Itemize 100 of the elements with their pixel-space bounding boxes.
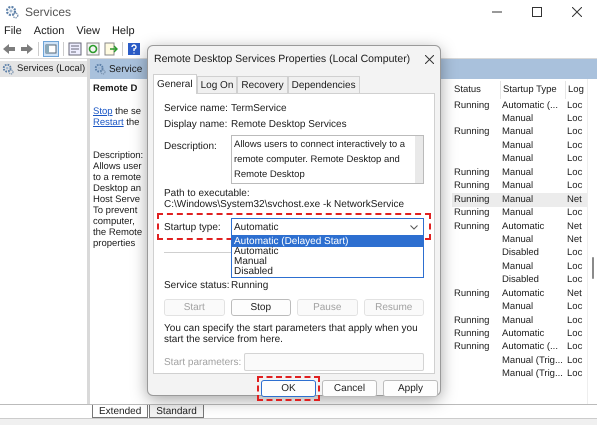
table-cell: Manual bbox=[502, 301, 534, 312]
table-cell: Loc bbox=[567, 140, 582, 151]
action-text: Restart the bbox=[93, 117, 140, 128]
service-button[interactable]: Stop bbox=[230, 299, 291, 316]
table-cell: Loc bbox=[567, 260, 582, 272]
table-row[interactable]: Running Automatic Net bbox=[452, 220, 587, 234]
gear-icon bbox=[5, 5, 19, 19]
table-row[interactable]: Manual Loc bbox=[452, 152, 587, 166]
field-label: Startup type: bbox=[164, 220, 222, 234]
table-cell: Manual bbox=[502, 140, 534, 151]
dialog-tab[interactable]: Log On bbox=[196, 76, 238, 93]
table-cell: Loc bbox=[567, 314, 582, 326]
table-row[interactable]: Manual Net bbox=[452, 233, 587, 247]
back-arrow-icon[interactable] bbox=[2, 42, 16, 54]
table-cell: Manual bbox=[502, 314, 534, 326]
table-cell: Disabled bbox=[502, 274, 539, 286]
table-cell: Manual bbox=[502, 194, 534, 205]
dialog-tab[interactable]: General bbox=[153, 74, 197, 94]
table-cell: Running bbox=[454, 194, 490, 205]
table-cell: Automatic bbox=[502, 328, 544, 340]
table-cell: Net bbox=[567, 234, 582, 245]
table-row[interactable]: Running Manual Net bbox=[452, 193, 587, 206]
window-title: Services bbox=[25, 4, 72, 21]
field-label: Service status: bbox=[164, 279, 231, 293]
table-row[interactable]: Manual (Trig... Loc bbox=[452, 368, 587, 382]
table-cell: Loc bbox=[567, 368, 582, 380]
dialog-tab[interactable]: Dependencies bbox=[288, 76, 360, 93]
menu-item[interactable]: File bbox=[4, 23, 22, 40]
dropdown-option[interactable]: Disabled bbox=[232, 267, 423, 277]
action-link[interactable]: Stop bbox=[93, 106, 113, 117]
close-icon[interactable] bbox=[572, 7, 582, 17]
table-row[interactable]: Running Automatic Net bbox=[452, 287, 587, 301]
table-cell: Running bbox=[454, 288, 490, 299]
table-cell: Manual bbox=[502, 234, 534, 245]
tree-item[interactable]: Services (Local) bbox=[0, 61, 87, 77]
dropdown-option[interactable]: Automatic (Delayed Start) bbox=[232, 237, 423, 247]
table-cell: Manual bbox=[502, 260, 534, 272]
table-cell: Manual bbox=[502, 207, 534, 218]
table-row[interactable]: Running Manual Loc bbox=[452, 180, 587, 194]
menu-item[interactable]: Help bbox=[112, 23, 135, 40]
table-cell: Running bbox=[454, 100, 490, 111]
menu-item[interactable]: View bbox=[76, 23, 100, 40]
startup-type-select[interactable]: Automatic bbox=[231, 218, 424, 236]
dropdown-option[interactable]: Automatic bbox=[232, 247, 423, 257]
action-link[interactable]: Restart bbox=[93, 117, 124, 128]
table-cell: Loc bbox=[567, 166, 582, 178]
dialog-button[interactable]: Apply bbox=[383, 380, 438, 397]
service-title: Remote D bbox=[93, 83, 138, 96]
table-cell: Loc bbox=[567, 126, 582, 138]
column-header[interactable]: Startup Type bbox=[500, 81, 565, 99]
table-cell: Running bbox=[454, 126, 490, 138]
table-cell: Running bbox=[454, 220, 490, 232]
description-text: Allows users to connect interactively to a remote computer. Remote Desktop and Remote Desktop bbox=[234, 139, 406, 180]
table-row[interactable]: Disabled Loc bbox=[452, 246, 587, 260]
table-row[interactable]: Running Manual Loc bbox=[452, 206, 587, 220]
table-row[interactable]: Running Automatic (... Loc bbox=[452, 340, 587, 354]
table-row[interactable]: Manual Loc bbox=[452, 300, 587, 314]
dialog-tab[interactable]: Recovery bbox=[237, 76, 288, 93]
table-row[interactable]: Manual Loc bbox=[452, 260, 587, 274]
table-cell: Running bbox=[454, 341, 490, 352]
table-cell: Loc bbox=[567, 207, 582, 218]
table-cell: Net bbox=[567, 288, 582, 299]
menu-item[interactable]: Action bbox=[34, 23, 64, 40]
table-row[interactable]: Manual Loc bbox=[452, 112, 587, 126]
table-cell: Manual (Trig... bbox=[502, 354, 563, 366]
view-tab[interactable]: Extended bbox=[92, 405, 148, 418]
column-header[interactable]: Status bbox=[452, 81, 500, 99]
field-value: Remote Desktop Services bbox=[231, 118, 347, 132]
table-row[interactable]: Disabled Loc bbox=[452, 274, 587, 288]
table-cell: Manual bbox=[502, 153, 534, 164]
table-row[interactable]: Running Automatic Loc bbox=[452, 327, 587, 341]
view-tab[interactable]: Standard bbox=[149, 405, 204, 418]
table-row[interactable]: Running Manual Loc bbox=[452, 126, 587, 140]
table-cell: Loc bbox=[567, 354, 582, 366]
table-row[interactable]: Running Manual Loc bbox=[452, 166, 587, 180]
table-cell: Running bbox=[454, 328, 490, 340]
field-value: TermService bbox=[231, 102, 287, 116]
close-icon[interactable] bbox=[425, 55, 434, 64]
properties-icon[interactable] bbox=[68, 42, 82, 56]
table-row[interactable]: Manual Loc bbox=[452, 139, 587, 153]
table-cell: Running bbox=[454, 166, 490, 178]
table-cell: Loc bbox=[567, 301, 582, 312]
column-header[interactable]: Log bbox=[565, 81, 587, 99]
scrollbar-thumb[interactable] bbox=[592, 257, 594, 279]
console-tree-icon[interactable] bbox=[43, 40, 59, 56]
maximize-icon[interactable] bbox=[532, 7, 542, 17]
refresh-icon[interactable] bbox=[86, 42, 100, 56]
table-row[interactable]: Running Automatic (... Loc bbox=[452, 99, 587, 112]
dialog-button[interactable]: OK bbox=[261, 380, 316, 397]
table-row[interactable]: Running Manual Loc bbox=[452, 314, 587, 328]
help-icon[interactable] bbox=[127, 42, 141, 56]
forward-arrow-icon[interactable] bbox=[20, 42, 34, 54]
table-row[interactable]: Manual (Trig... Loc bbox=[452, 354, 587, 368]
export-icon[interactable] bbox=[104, 42, 118, 56]
dropdown-option[interactable]: Manual bbox=[232, 257, 423, 267]
dialog-button[interactable]: Cancel bbox=[322, 380, 377, 397]
field-label: Description: bbox=[164, 140, 218, 151]
scrollbar-track bbox=[415, 136, 423, 183]
table-cell: Loc bbox=[567, 180, 582, 192]
pane-header-title: Service bbox=[109, 62, 142, 76]
